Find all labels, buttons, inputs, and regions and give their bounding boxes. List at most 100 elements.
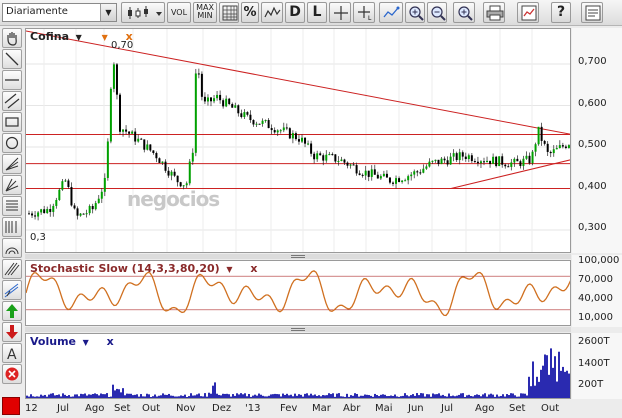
crosshair-label-button[interactable]: L (353, 2, 375, 23)
candle-body (549, 151, 552, 154)
candle-body (234, 105, 237, 108)
stochastic-pane[interactable]: Stochastic Slow (14,3,3,80,20) ▼ x (25, 260, 571, 326)
pane-splitter[interactable] (25, 254, 571, 259)
zoom-reset-button[interactable] (453, 2, 475, 23)
candle-body (516, 158, 519, 162)
volume-bar (142, 396, 144, 398)
color-swatch-button[interactable] (2, 397, 20, 415)
candle-body (461, 152, 464, 157)
candle-body (564, 146, 567, 148)
maxmin-toggle-button[interactable]: MAX MIN (193, 2, 217, 23)
fan-tool-button[interactable] (2, 154, 22, 174)
volume-bar (528, 376, 530, 398)
volume-bar (548, 374, 550, 398)
candlestick-type-button[interactable] (121, 2, 165, 23)
delete-drawings-button[interactable] (2, 364, 22, 384)
volume-bar (202, 396, 204, 398)
price-chart-pane[interactable]: Cofina ▼ ▼ x 0,70 0,3 (25, 28, 571, 253)
volume-bar (310, 393, 312, 398)
volume-pane[interactable]: Volume ▼ x (25, 333, 571, 399)
volume-bar (302, 396, 304, 398)
text-tool-button[interactable]: A (2, 343, 22, 363)
chevron-down-icon[interactable]: ▼ (73, 33, 82, 42)
draw-trend-button[interactable] (379, 2, 403, 23)
volume-bar (52, 393, 54, 398)
chevron-down-icon[interactable]: ▼ (80, 338, 89, 347)
volume-bar (434, 394, 436, 398)
volume-bar (374, 393, 376, 398)
diagonal-line-icon (5, 52, 19, 66)
candle-body (498, 156, 501, 167)
grid-toggle-button[interactable] (219, 2, 239, 23)
arc-tool-button[interactable] (2, 238, 22, 258)
print-button[interactable] (483, 2, 505, 23)
candle-body (100, 191, 103, 199)
chevron-down-icon[interactable]: ▼ (224, 265, 232, 274)
ellipse-tool-button[interactable] (2, 133, 22, 153)
volume-bar (490, 393, 492, 398)
help-button[interactable]: ? (551, 2, 571, 23)
period-select[interactable]: Diariamente ▼ (2, 3, 117, 22)
volume-bar (510, 393, 512, 398)
volume-bar (146, 393, 148, 398)
volume-bar (556, 381, 558, 398)
volume-bar (26, 395, 28, 398)
price-y-label: 0,400 (578, 181, 607, 192)
volume-bar (360, 395, 362, 398)
volume-bar (370, 395, 372, 398)
candle-body (407, 176, 410, 181)
candle-body (340, 159, 343, 161)
volume-bar (64, 394, 66, 398)
percent-button[interactable]: % (241, 2, 259, 23)
candle-body (106, 141, 109, 178)
gann-tool-button[interactable] (2, 259, 22, 279)
volume-bar (262, 395, 264, 398)
stochastic-title-row: Stochastic Slow (14,3,3,80,20) ▼ x (30, 262, 257, 275)
move-up-button[interactable] (2, 301, 22, 321)
descending-trendline (26, 30, 570, 135)
svg-text:L: L (368, 15, 372, 21)
candle-body (134, 131, 137, 142)
line-mode-button[interactable]: L (307, 2, 327, 23)
printer-icon (486, 5, 504, 21)
pane-splitter[interactable] (25, 327, 571, 332)
daily-button[interactable]: D (285, 2, 305, 23)
export-button[interactable] (517, 2, 539, 23)
volume-bar (48, 394, 50, 398)
close-icon[interactable]: x (250, 262, 257, 275)
rectangle-tool-button[interactable] (2, 112, 22, 132)
volume-bar (164, 394, 166, 398)
toolbar: Diariamente ▼ VOL MAX MIN % D L L ? (0, 0, 622, 26)
volume-toggle-button[interactable]: VOL (167, 2, 191, 23)
time-zones-tool-button[interactable] (2, 217, 22, 237)
settings-button[interactable] (581, 2, 603, 23)
candle-body (273, 130, 276, 133)
regression-tool-button[interactable] (2, 280, 22, 300)
candle-body (37, 212, 40, 217)
zoom-out-button[interactable] (427, 2, 447, 23)
indicators-button[interactable] (261, 2, 283, 23)
pan-tool-button[interactable] (2, 28, 22, 48)
candle-body (170, 171, 173, 176)
candle-body (137, 138, 140, 142)
move-down-button[interactable] (2, 322, 22, 342)
volume-bar (240, 393, 242, 398)
zoom-in-button[interactable] (405, 2, 425, 23)
volume-bar (448, 393, 450, 398)
volume-bar (432, 393, 434, 398)
candle-body (492, 156, 495, 165)
candle-body (404, 180, 407, 182)
horizontal-line-tool-button[interactable] (2, 70, 22, 90)
volume-bar (466, 395, 468, 398)
volume-bar (426, 394, 428, 398)
channel-tool-button[interactable] (2, 91, 22, 111)
line-tool-button[interactable] (2, 49, 22, 69)
volume-bar (250, 396, 252, 398)
stoch-y-label: 10,000 (578, 312, 613, 323)
crosshair-button[interactable] (329, 2, 351, 23)
close-icon[interactable]: x (107, 335, 114, 348)
speed-lines-tool-button[interactable] (2, 175, 22, 195)
grip-icon (291, 255, 305, 258)
volume-bar (560, 370, 562, 398)
fibonacci-tool-button[interactable] (2, 196, 22, 216)
